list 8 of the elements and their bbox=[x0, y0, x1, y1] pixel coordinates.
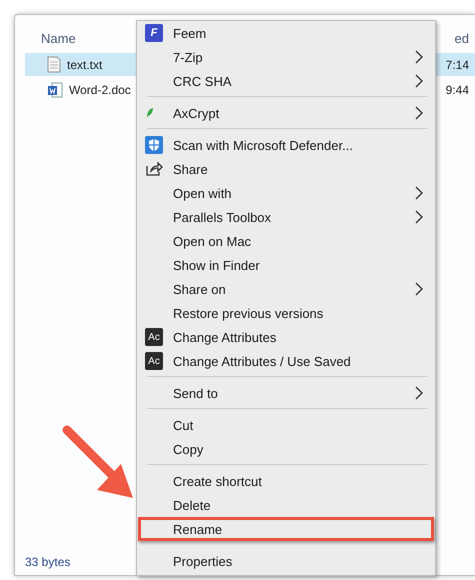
app-icon: Ac bbox=[145, 328, 163, 346]
file-time: 9:44 bbox=[446, 82, 469, 96]
file-time: 7:14 bbox=[446, 58, 469, 72]
status-text: 33 bytes bbox=[25, 555, 70, 569]
app-icon: Ac bbox=[145, 352, 163, 370]
app-icon: F bbox=[145, 24, 163, 42]
file-name: Word-2.doc bbox=[69, 82, 131, 96]
file-name: text.txt bbox=[67, 58, 102, 72]
